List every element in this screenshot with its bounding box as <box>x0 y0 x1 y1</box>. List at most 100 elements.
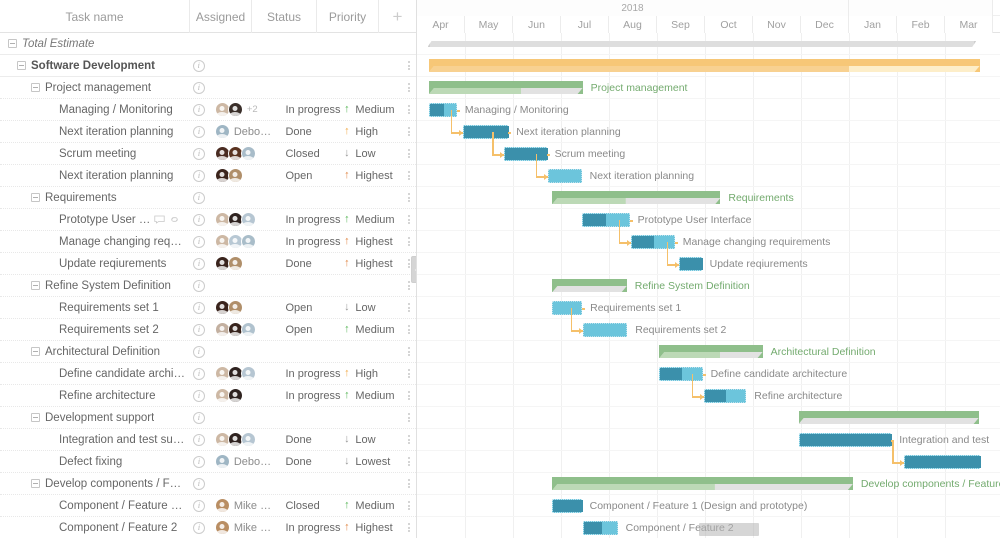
gantt-bar-task[interactable] <box>552 499 583 513</box>
table-row[interactable]: Development support i <box>0 407 416 429</box>
status-cell[interactable]: Closed <box>285 500 341 512</box>
row-menu-icon[interactable] <box>408 61 411 70</box>
gantt-bar-task[interactable] <box>552 301 583 315</box>
gantt-bar-task[interactable] <box>904 455 981 469</box>
row-menu-icon[interactable] <box>408 281 411 290</box>
comment-icon[interactable] <box>154 215 166 224</box>
row-menu-icon[interactable] <box>408 501 411 510</box>
row-menu-cell[interactable] <box>402 347 416 356</box>
row-menu-icon[interactable] <box>408 523 411 532</box>
table-row[interactable]: Component / Feature 2 i Mike … In progress ↑… <box>0 517 416 538</box>
priority-cell[interactable]: ↑ High <box>341 126 402 138</box>
gantt-bar-task[interactable] <box>678 257 703 271</box>
info-icon[interactable]: i <box>193 103 206 116</box>
row-menu-cell[interactable] <box>402 171 416 180</box>
info-icon[interactable]: i <box>193 367 206 380</box>
table-row[interactable]: Software Development i <box>0 55 416 77</box>
collapse-toggle-icon[interactable] <box>31 281 40 290</box>
assigned-cell[interactable]: Debo… <box>211 124 286 139</box>
row-menu-icon[interactable] <box>408 457 411 466</box>
timeline-month-label[interactable]: Oct <box>705 16 753 33</box>
gantt-bar-task[interactable] <box>582 213 630 227</box>
timeline-month-label[interactable]: Dec <box>801 16 849 33</box>
row-menu-cell[interactable] <box>402 149 416 158</box>
gantt-bar-task[interactable] <box>547 169 582 183</box>
timeline-month-label[interactable]: Jun <box>513 16 561 33</box>
task-name-cell[interactable]: Architectural Definition <box>0 341 187 363</box>
table-row[interactable]: Integration and test sup… i Done ↓ Low <box>0 429 416 451</box>
row-menu-cell[interactable] <box>402 193 416 202</box>
priority-cell[interactable]: ↑ Highest <box>341 258 402 270</box>
task-name-cell[interactable]: Integration and test sup… <box>0 429 187 451</box>
info-icon[interactable]: i <box>193 499 206 512</box>
timeline-month-label[interactable]: Apr <box>417 16 465 33</box>
row-menu-cell[interactable] <box>402 391 416 400</box>
timeline-month-label[interactable]: Sep <box>657 16 705 33</box>
info-icon[interactable]: i <box>192 191 205 204</box>
row-menu-cell[interactable] <box>402 127 416 136</box>
gantt-bar-task[interactable] <box>703 389 747 403</box>
table-row[interactable]: Define candidate archit… i In progress ↑ Hig… <box>0 363 416 385</box>
table-row[interactable]: Managing / Monitoring i +2 In progress ↑ Medi… <box>0 99 416 121</box>
task-name-cell[interactable]: Requirements set 2 <box>0 319 187 341</box>
priority-cell[interactable]: ↑ Highest <box>341 522 402 534</box>
status-cell[interactable]: Open <box>285 170 341 182</box>
row-menu-icon[interactable] <box>408 369 411 378</box>
row-menu-cell[interactable] <box>402 479 416 488</box>
column-header-status[interactable]: Status <box>252 0 317 33</box>
gantt-bar-summary[interactable] <box>552 279 627 292</box>
task-name-cell[interactable]: Total Estimate <box>0 33 187 55</box>
table-row[interactable]: Requirements set 2 i Open ↑ Medium <box>0 319 416 341</box>
gantt-bar-task[interactable] <box>504 147 548 161</box>
row-menu-icon[interactable] <box>408 325 411 334</box>
table-row[interactable]: Defect fixing i Debo… Done ↓ Lowest <box>0 451 416 473</box>
info-icon[interactable]: i <box>192 345 205 358</box>
table-row[interactable]: Component / Feature 1 … i Mike … Closed ↑ Med… <box>0 495 416 517</box>
task-name-cell[interactable]: Component / Feature 1 … <box>0 495 187 517</box>
row-menu-icon[interactable] <box>408 259 411 268</box>
info-icon[interactable]: i <box>192 279 205 292</box>
table-row[interactable]: Update reqiurements i Done ↑ Highest <box>0 253 416 275</box>
info-icon[interactable]: i <box>193 521 206 534</box>
info-icon[interactable]: i <box>193 455 206 468</box>
status-cell[interactable]: In progress <box>285 214 341 226</box>
gantt-bar-task[interactable] <box>630 235 675 249</box>
table-row[interactable]: Refine architecture i In progress ↑ Medium <box>0 385 416 407</box>
info-icon[interactable]: i <box>193 125 206 138</box>
timeline-canvas[interactable]: Project management Managing / Monitoring N… <box>417 33 1000 538</box>
priority-cell[interactable]: ↓ Low <box>341 302 402 314</box>
timeline-month-label[interactable]: Aug <box>609 16 657 33</box>
row-menu-cell[interactable] <box>402 61 416 70</box>
row-menu-cell[interactable] <box>402 215 416 224</box>
gantt-bar-summary[interactable] <box>659 345 763 358</box>
column-header-priority[interactable]: Priority <box>317 0 379 33</box>
row-menu-icon[interactable] <box>408 391 411 400</box>
info-icon[interactable]: i <box>193 257 206 270</box>
row-menu-icon[interactable] <box>408 105 411 114</box>
info-icon[interactable]: i <box>192 59 205 72</box>
gantt-bar-total-estimate[interactable] <box>428 41 977 47</box>
table-row[interactable]: Prototype User … i In progress ↑ Medium <box>0 209 416 231</box>
priority-cell[interactable]: ↓ Low <box>341 148 402 160</box>
assigned-cell[interactable] <box>211 322 286 337</box>
status-cell[interactable]: Open <box>285 324 341 336</box>
task-name-cell[interactable]: Prototype User … <box>0 209 187 231</box>
row-menu-cell[interactable] <box>402 325 416 334</box>
link-icon[interactable] <box>169 215 180 224</box>
task-name-cell[interactable]: Develop components / Fea… <box>0 473 187 495</box>
collapse-toggle-icon[interactable] <box>31 347 40 356</box>
row-menu-icon[interactable] <box>408 303 411 312</box>
info-icon[interactable]: i <box>193 301 206 314</box>
table-row[interactable]: Develop components / Fea… i <box>0 473 416 495</box>
status-cell[interactable]: Done <box>285 126 341 138</box>
row-menu-cell[interactable] <box>402 303 416 312</box>
gantt-bar-root-summary[interactable] <box>429 59 980 72</box>
info-icon[interactable]: i <box>193 323 206 336</box>
gantt-bar-summary[interactable] <box>798 411 979 424</box>
row-menu-icon[interactable] <box>408 347 411 356</box>
row-menu-cell[interactable] <box>402 237 416 246</box>
info-icon[interactable]: i <box>192 411 205 424</box>
table-row[interactable]: Requirements set 1 i Open ↓ Low <box>0 297 416 319</box>
task-name-cell[interactable]: Project management <box>0 77 187 99</box>
task-name-cell[interactable]: Software Development <box>0 55 187 77</box>
